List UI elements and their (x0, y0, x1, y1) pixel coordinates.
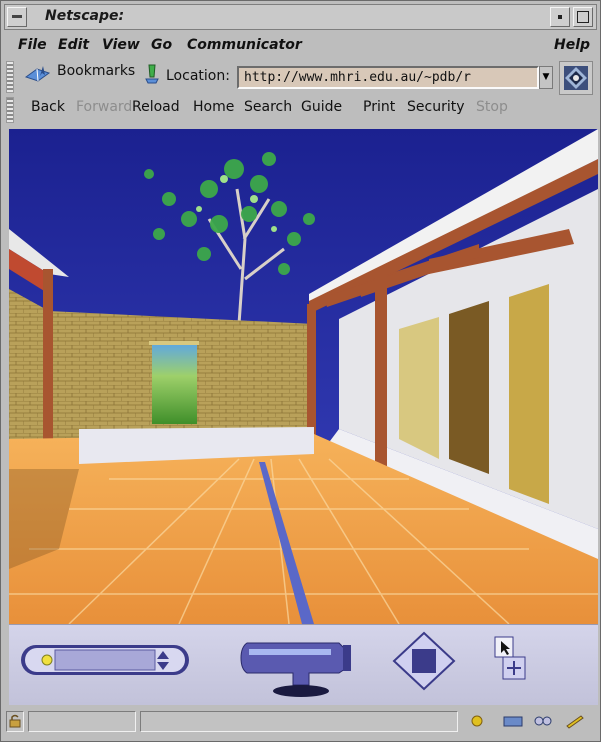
location-label: Location: (166, 68, 230, 84)
bookmarks-label[interactable]: Bookmarks (57, 63, 135, 79)
examine-navigation-tool[interactable] (392, 631, 456, 691)
chevron-down-icon: ▼ (542, 72, 550, 82)
window-menu-icon[interactable] (7, 7, 27, 27)
security-lock-icon[interactable] (6, 711, 24, 732)
url-input[interactable]: http://www.mhri.edu.au/~pdb/r (237, 66, 539, 89)
back-button[interactable]: Back (31, 99, 65, 115)
maximize-icon[interactable] (573, 7, 593, 27)
menu-go[interactable]: Go (151, 37, 172, 53)
walk-navigation-tool[interactable] (240, 642, 351, 697)
print-button[interactable]: Print (363, 99, 395, 115)
menu-bar: File Edit View Go Communicator Help (4, 34, 597, 58)
forward-button[interactable]: Forward (76, 99, 132, 115)
netscape-window: Netscape: File Edit View Go Communicator… (0, 0, 601, 742)
discussion-icon[interactable] (532, 713, 554, 729)
guide-button[interactable]: Guide (301, 99, 342, 115)
speed-slider[interactable] (21, 645, 189, 675)
vrml-dashboard (9, 624, 598, 705)
menu-edit[interactable]: Edit (58, 37, 89, 53)
reload-button[interactable]: Reload (132, 99, 180, 115)
location-toolbar-grip[interactable] (6, 61, 14, 93)
menu-file[interactable]: File (18, 37, 47, 53)
wall-opening (152, 344, 197, 424)
progress-field (28, 711, 136, 732)
security-button[interactable]: Security (407, 99, 465, 115)
vrml-3d-viewport[interactable] (9, 129, 598, 624)
bookmarks-icon[interactable] (23, 63, 53, 85)
netscape-logo-icon[interactable] (559, 61, 593, 95)
mail-icon[interactable] (502, 713, 524, 729)
stop-button[interactable]: Stop (476, 99, 508, 115)
url-dropdown-button[interactable]: ▼ (539, 66, 553, 89)
title-bar: Netscape: (4, 4, 597, 30)
pointer-and-move-tools[interactable] (494, 636, 526, 680)
status-bar (6, 709, 597, 735)
status-text (140, 711, 458, 732)
menu-help[interactable]: Help (554, 37, 590, 53)
component-icons (464, 711, 594, 732)
navigator-icon[interactable] (468, 713, 486, 729)
home-button[interactable]: Home (193, 99, 234, 115)
search-button[interactable]: Search (244, 99, 292, 115)
composer-icon[interactable] (564, 713, 586, 729)
location-icon[interactable] (143, 63, 163, 85)
nav-toolbar-grip[interactable] (6, 97, 14, 123)
menu-view[interactable]: View (102, 37, 140, 53)
menu-communicator[interactable]: Communicator (187, 37, 302, 53)
window-title: Netscape: (45, 8, 125, 24)
minimize-icon[interactable] (550, 7, 570, 27)
